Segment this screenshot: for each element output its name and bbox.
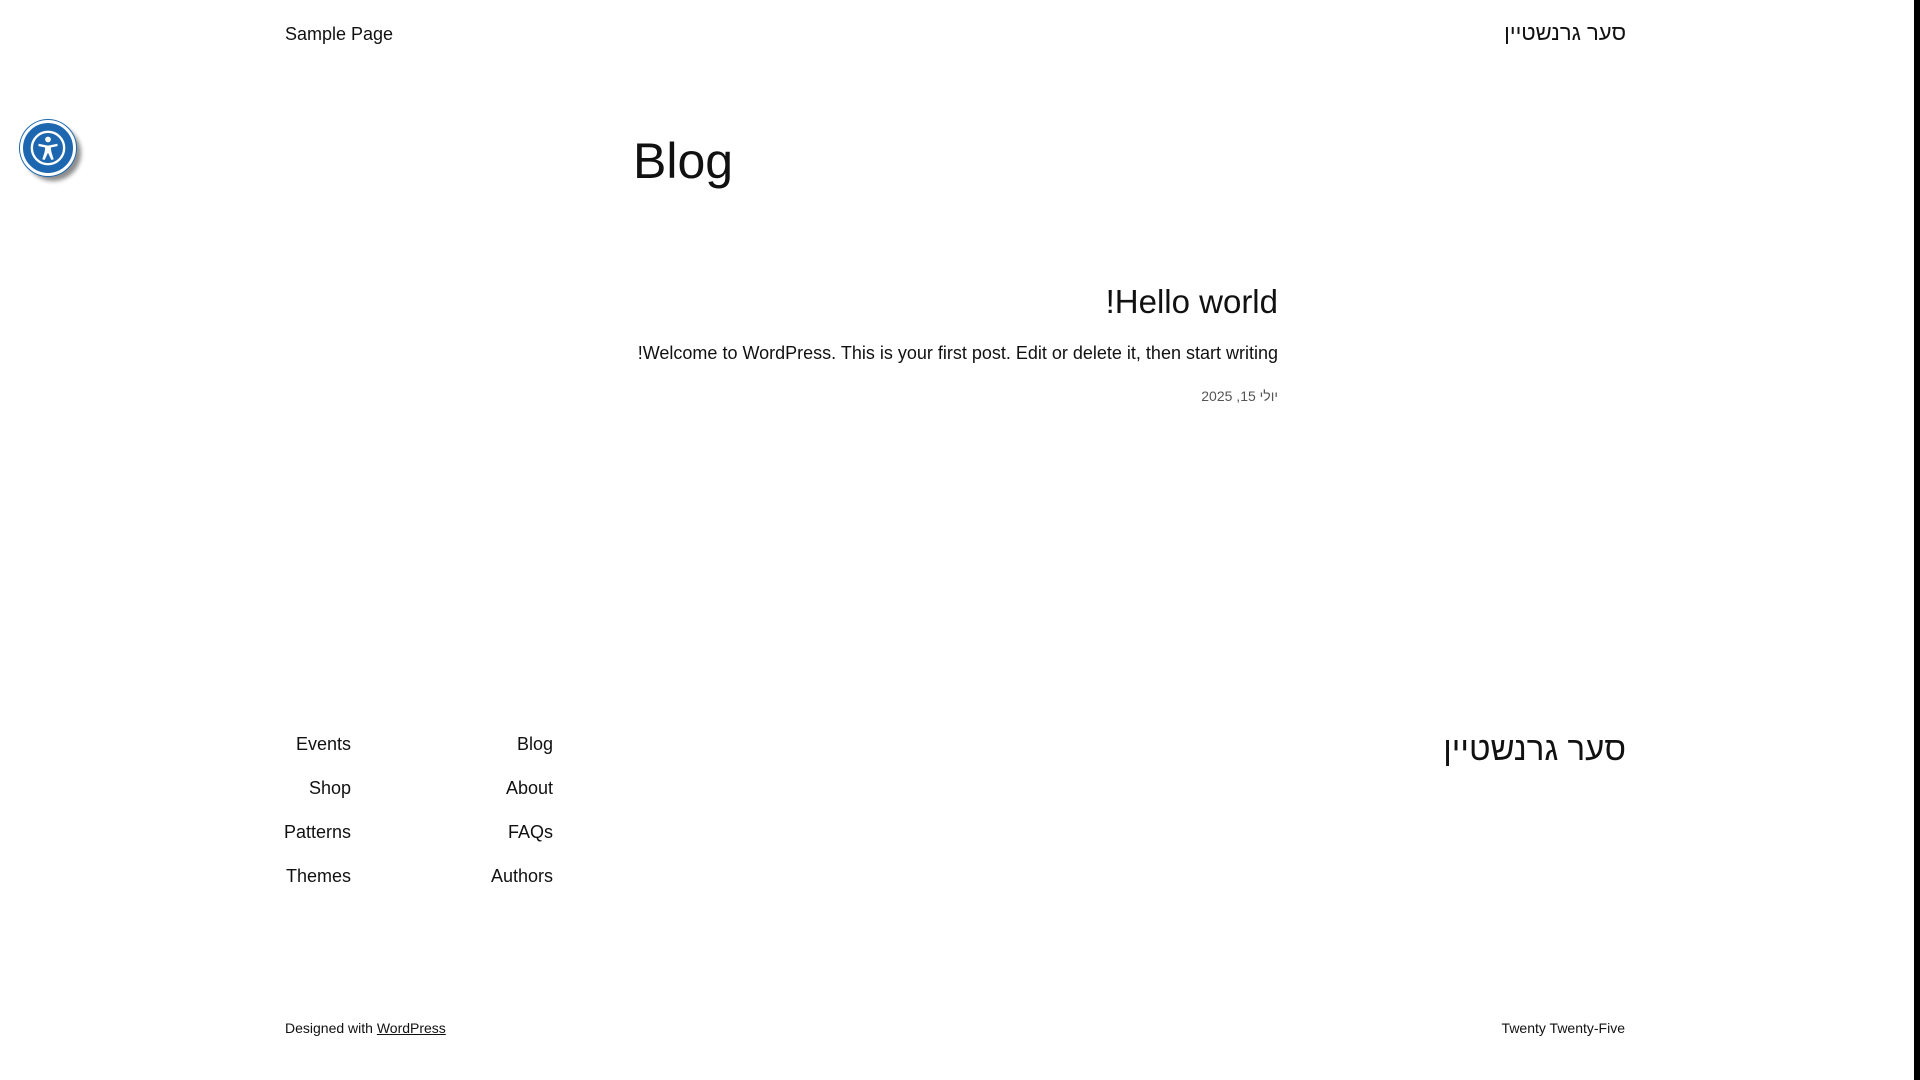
page-title: Blog xyxy=(633,133,734,189)
footer-link-faqs[interactable]: FAQs xyxy=(508,821,553,865)
footer-link-authors[interactable]: Authors xyxy=(491,865,553,909)
header-site-title[interactable]: סער גרנשטיין xyxy=(1504,20,1626,46)
wordpress-link[interactable]: WordPress xyxy=(377,1020,446,1036)
accessibility-icon xyxy=(30,130,66,166)
credit-prefix: Designed with xyxy=(285,1020,373,1036)
footer-nav-primary: Blog About FAQs Authors xyxy=(491,733,553,909)
scrollbar[interactable] xyxy=(1914,0,1920,1080)
footer-link-events[interactable]: Events xyxy=(296,733,351,777)
accessibility-button[interactable] xyxy=(20,120,76,176)
footer-link-shop[interactable]: Shop xyxy=(309,777,351,821)
nav-link-sample-page[interactable]: Sample Page xyxy=(285,24,393,45)
footer-site-title[interactable]: סער גרנשטיין xyxy=(1443,730,1626,768)
footer-link-blog[interactable]: Blog xyxy=(517,733,553,777)
post-title-link[interactable]: Hello world! xyxy=(638,282,1278,322)
page: סער גרנשטיין Sample Page Blog Hello worl… xyxy=(0,0,1920,1080)
theme-name: Twenty Twenty-Five xyxy=(1501,1020,1625,1036)
post-excerpt: Welcome to WordPress. This is your first… xyxy=(637,343,1278,363)
footer-link-themes[interactable]: Themes xyxy=(286,865,351,909)
footer-nav-secondary: Events Shop Patterns Themes xyxy=(284,733,351,909)
footer-credit: Designed with WordPress xyxy=(285,1020,446,1036)
footer-link-about[interactable]: About xyxy=(506,777,553,821)
post-date: יולי 15, 2025 xyxy=(1201,388,1278,404)
post-item: Hello world! Welcome to WordPress. This … xyxy=(638,282,1278,404)
footer-link-patterns[interactable]: Patterns xyxy=(284,821,351,865)
